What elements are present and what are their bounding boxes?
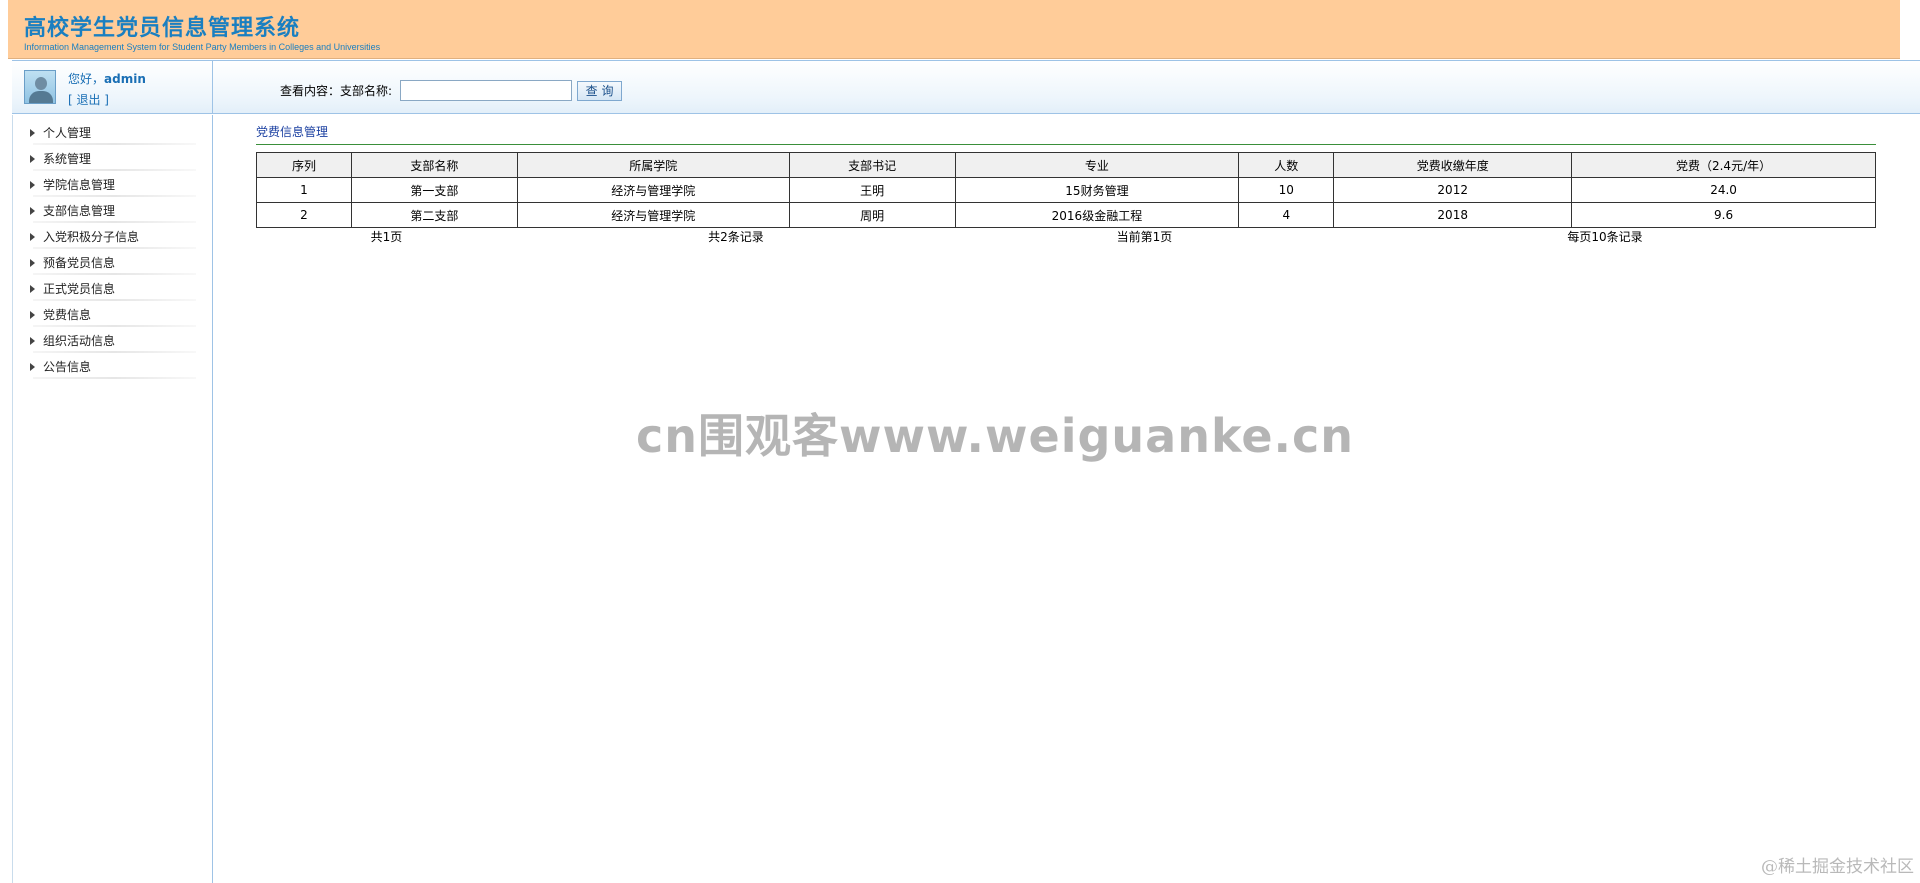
table-cell: 2018 — [1333, 202, 1573, 228]
main-content: 党费信息管理 序列 支部名称 所属学院 支部书记 专业 人数 党费收缴年度 党费… — [256, 124, 1876, 246]
avatar-head — [35, 77, 47, 90]
caret-right-icon — [30, 337, 35, 345]
sidebar-item-probationary[interactable]: 预备党员信息 — [13, 251, 212, 277]
table-row[interactable]: 2 第二支部 经济与管理学院 周明 2016级金融工程 4 2018 9.6 — [256, 202, 1876, 228]
column-header: 党费（2.4元/年） — [1571, 152, 1876, 178]
user-panel: 您好，admin [ 退出 ] — [12, 61, 213, 113]
caret-right-icon — [30, 311, 35, 319]
caret-right-icon — [30, 129, 35, 137]
sidebar-item-label: 系统管理 — [43, 152, 92, 166]
column-header: 序列 — [256, 152, 352, 178]
table-cell: 王明 — [788, 177, 956, 203]
user-greeting: 您好，admin — [68, 70, 146, 87]
table-cell: 经济与管理学院 — [516, 202, 790, 228]
divider — [33, 169, 196, 171]
dues-table: 序列 支部名称 所属学院 支部书记 专业 人数 党费收缴年度 党费（2.4元/年… — [256, 152, 1876, 228]
table-cell: 2016级金融工程 — [954, 202, 1240, 228]
search-bar: 查看内容：支部名称: 查 询 — [280, 80, 623, 101]
avatar-body — [29, 91, 53, 103]
search-input[interactable] — [400, 80, 573, 101]
table-cell: 1 — [256, 177, 352, 203]
section-divider — [256, 144, 1876, 145]
column-header: 党费收缴年度 — [1333, 152, 1573, 178]
avatar — [24, 70, 56, 104]
app-title: 高校学生党员信息管理系统 — [24, 15, 301, 41]
table-row[interactable]: 1 第一支部 经济与管理学院 王明 15财务管理 10 2012 24.0 — [256, 177, 1876, 203]
sidebar-item-label: 学院信息管理 — [43, 178, 116, 192]
divider — [33, 273, 196, 275]
app-header: 高校学生党员信息管理系统 Information Management Syst… — [8, 0, 1900, 59]
sidebar-item-announcements[interactable]: 公告信息 — [13, 355, 212, 381]
column-header: 人数 — [1238, 152, 1335, 178]
search-button[interactable]: 查 询 — [577, 80, 623, 101]
table-cell: 2012 — [1333, 177, 1573, 203]
divider — [33, 377, 196, 379]
pager-per-page: 每页10条记录 — [1567, 230, 1643, 244]
table-cell: 2 — [256, 202, 352, 228]
caret-right-icon — [30, 181, 35, 189]
search-label: 查看内容：支部名称: — [280, 84, 393, 98]
divider — [33, 195, 196, 197]
sidebar: 个人管理 系统管理 学院信息管理 支部信息管理 入党积极分子信息 预备党员信息 … — [12, 115, 213, 883]
pager-total-records: 共2条记录 — [708, 230, 764, 244]
section-title: 党费信息管理 — [256, 125, 329, 139]
divider — [33, 247, 196, 249]
top-toolbar: 您好，admin [ 退出 ] 查看内容：支部名称: 查 询 — [12, 60, 1920, 114]
sidebar-item-activities[interactable]: 组织活动信息 — [13, 329, 212, 355]
caret-right-icon — [30, 259, 35, 267]
table-cell: 第一支部 — [350, 177, 518, 203]
pager-current-page: 当前第1页 — [1116, 230, 1173, 244]
pager-total-pages: 共1页 — [370, 230, 403, 244]
divider — [33, 351, 196, 353]
divider — [33, 299, 196, 301]
sidebar-item-label: 正式党员信息 — [43, 282, 116, 296]
table-cell: 9.6 — [1571, 202, 1876, 228]
app-subtitle: Information Management System for Studen… — [24, 42, 381, 52]
sidebar-item-label: 支部信息管理 — [43, 204, 116, 218]
sidebar-item-branch[interactable]: 支部信息管理 — [13, 199, 212, 225]
greeting-text: 您好， — [68, 72, 105, 86]
column-header: 支部名称 — [350, 152, 518, 178]
caret-right-icon — [30, 155, 35, 163]
column-header: 专业 — [954, 152, 1240, 178]
sidebar-item-full-members[interactable]: 正式党员信息 — [13, 277, 212, 303]
sidebar-item-personal[interactable]: 个人管理 — [13, 121, 212, 147]
sidebar-item-activists[interactable]: 入党积极分子信息 — [13, 225, 212, 251]
table-header-row: 序列 支部名称 所属学院 支部书记 专业 人数 党费收缴年度 党费（2.4元/年… — [256, 152, 1876, 178]
corner-watermark: @稀土掘金技术社区 — [1761, 857, 1914, 877]
caret-right-icon — [30, 363, 35, 371]
logout-link[interactable]: [ 退出 ] — [68, 91, 109, 108]
caret-right-icon — [30, 233, 35, 241]
user-name: admin — [104, 72, 146, 86]
sidebar-item-dues[interactable]: 党费信息 — [13, 303, 212, 329]
caret-right-icon — [30, 207, 35, 215]
sidebar-item-label: 组织活动信息 — [43, 334, 116, 348]
sidebar-item-label: 党费信息 — [43, 308, 92, 322]
table-cell: 经济与管理学院 — [516, 177, 790, 203]
table-cell: 10 — [1238, 177, 1335, 203]
sidebar-item-label: 个人管理 — [43, 126, 92, 140]
caret-right-icon — [30, 285, 35, 293]
sidebar-item-system[interactable]: 系统管理 — [13, 147, 212, 173]
table-cell: 第二支部 — [350, 202, 518, 228]
table-cell: 24.0 — [1571, 177, 1876, 203]
divider — [33, 143, 196, 145]
watermark: cn围观客www.weiguanke.cn — [636, 409, 1355, 463]
table-cell: 15财务管理 — [954, 177, 1240, 203]
sidebar-item-label: 入党积极分子信息 — [43, 230, 140, 244]
sidebar-item-college[interactable]: 学院信息管理 — [13, 173, 212, 199]
divider — [33, 325, 196, 327]
table-cell: 4 — [1238, 202, 1335, 228]
divider — [33, 221, 196, 223]
sidebar-item-label: 公告信息 — [43, 360, 92, 374]
pagination: 共1页 共2条记录 当前第1页 每页10条记录 — [256, 228, 1876, 246]
table-cell: 周明 — [788, 202, 956, 228]
column-header: 支部书记 — [788, 152, 956, 178]
sidebar-item-label: 预备党员信息 — [43, 256, 116, 270]
column-header: 所属学院 — [516, 152, 790, 178]
